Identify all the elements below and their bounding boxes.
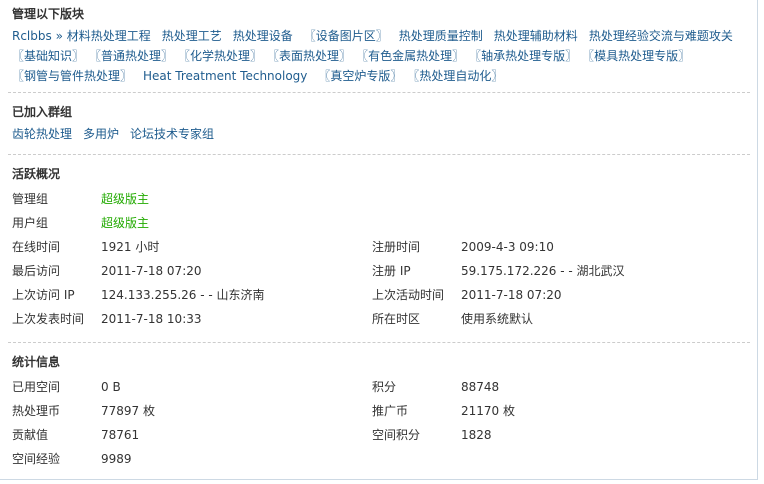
register-ip-label: 注册 IP — [372, 264, 411, 278]
last-active-label: 上次活动时间 — [372, 288, 445, 302]
forum-link[interactable]: 热处理辅助材料 — [494, 29, 578, 43]
last-post-value: 2011-7-18 10:33 — [101, 312, 202, 326]
forum-link[interactable]: 热处理经验交流与难题攻关 — [589, 29, 733, 43]
managed-forums-list: Rclbbs » 材料热处理工程 热处理工艺 热处理设备 〖设备图片区〗 热处理质量控制… — [12, 26, 752, 86]
register-time-label: 注册时间 — [372, 240, 421, 254]
forum-link[interactable]: 〖化学热处理〗 — [184, 49, 262, 63]
coins-value: 77897 枚 — [101, 404, 155, 418]
last-visit-label: 最后访问 — [12, 264, 61, 278]
coins-label: 热处理币 — [12, 404, 61, 418]
forum-link[interactable]: 〖轴承热处理专版〗 — [475, 49, 577, 63]
user-group-value[interactable]: 超级版主 — [101, 213, 149, 233]
register-time-value: 2009-4-3 09:10 — [461, 240, 554, 254]
online-time-label: 在线时间 — [12, 240, 61, 254]
forum-link[interactable]: 热处理设备 — [233, 29, 293, 43]
register-ip-value: 59.175.172.226 - - 湖北武汉 — [461, 264, 625, 278]
forum-link[interactable]: 〖普通热处理〗 — [95, 49, 173, 63]
forum-link[interactable]: 〖基础知识〗 — [12, 49, 84, 63]
forum-link[interactable]: Rclbbs » 材料热处理工程 — [12, 29, 151, 43]
space-exp-value: 9989 — [101, 452, 132, 466]
timezone-value: 使用系统默认 — [461, 312, 534, 326]
last-active-value: 2011-7-18 07:20 — [461, 288, 562, 302]
group-link[interactable]: 多用炉 — [83, 127, 119, 141]
section-divider — [8, 154, 750, 155]
used-space-value: 0 B — [101, 380, 121, 394]
online-time-value: 1921 小时 — [101, 240, 160, 254]
forum-link[interactable]: 〖模具热处理专版〗 — [588, 49, 690, 63]
last-visit-ip-label: 上次访问 IP — [12, 288, 75, 302]
forum-link[interactable]: 热处理工艺 — [162, 29, 222, 43]
forum-link[interactable]: 〖热处理自动化〗 — [413, 69, 503, 83]
forum-link[interactable]: 〖真空炉专版〗 — [318, 69, 402, 83]
forum-link[interactable]: Heat Treatment Technology — [143, 69, 307, 83]
contribution-value: 78761 — [101, 428, 140, 442]
group-link[interactable]: 齿轮热处理 — [12, 127, 72, 141]
joined-groups-list: 齿轮热处理 多用炉 论坛技术专家组 — [12, 124, 225, 144]
manage-group-row: 管理组 超级版主 — [12, 189, 372, 209]
forum-link[interactable]: 〖表面热处理〗 — [273, 49, 351, 63]
forum-link[interactable]: 〖有色金属热处理〗 — [362, 49, 464, 63]
section-divider — [8, 342, 750, 343]
contribution-label: 贡献值 — [12, 428, 49, 442]
timezone-label: 所在时区 — [372, 312, 421, 326]
forum-link[interactable]: 〖钢管与管件热处理〗 — [12, 69, 132, 83]
points-value: 88748 — [461, 380, 500, 394]
section-divider — [8, 92, 750, 93]
user-group-row: 用户组 超级版主 — [12, 213, 372, 233]
manage-group-value[interactable]: 超级版主 — [101, 189, 149, 209]
managed-forums-title: 管理以下版块 — [12, 7, 85, 21]
group-link[interactable]: 论坛技术专家组 — [130, 127, 214, 141]
user-group-label: 用户组 — [12, 216, 49, 230]
promo-coins-value: 21170 枚 — [461, 404, 515, 418]
forum-link[interactable]: 〖设备图片区〗 — [304, 29, 388, 43]
last-visit-ip-value: 124.133.255.26 - - 山东济南 — [101, 288, 265, 302]
last-visit-value: 2011-7-18 07:20 — [101, 264, 202, 278]
points-label: 积分 — [372, 380, 397, 394]
space-points-value: 1828 — [461, 428, 492, 442]
stats-title: 统计信息 — [12, 355, 61, 369]
space-exp-label: 空间经验 — [12, 452, 61, 466]
forum-link[interactable]: 热处理质量控制 — [399, 29, 483, 43]
space-points-label: 空间积分 — [372, 428, 421, 442]
last-post-label: 上次发表时间 — [12, 312, 85, 326]
promo-coins-label: 推广币 — [372, 404, 409, 418]
activity-title: 活跃概况 — [12, 167, 61, 181]
used-space-label: 已用空间 — [12, 380, 61, 394]
joined-groups-title: 已加入群组 — [12, 105, 73, 119]
manage-group-label: 管理组 — [12, 192, 49, 206]
